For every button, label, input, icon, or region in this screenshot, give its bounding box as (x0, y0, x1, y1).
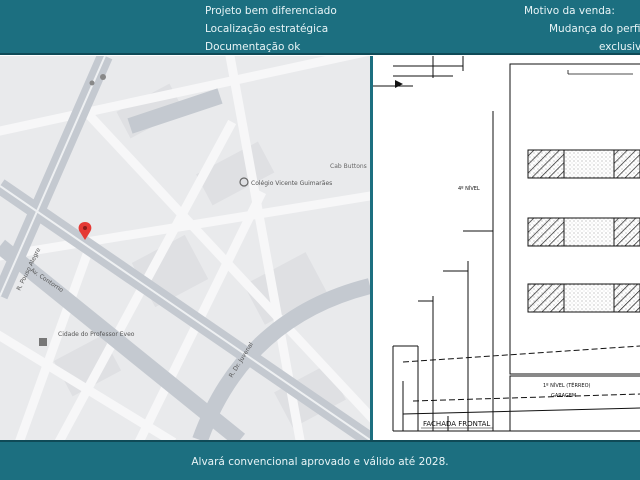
plan-drawing: 4º NÍVEL 1º NÍVEL (TÉRREO) GARAGEM FACHA… (373, 56, 640, 432)
plan-title: FACHADA FRONTAL (423, 420, 490, 428)
map-canvas: R. Pouso Alegre Av. Contorno R. Dr. Juve… (0, 56, 370, 440)
level-marker-icon (395, 80, 403, 88)
place-label: Cab Buttons (330, 163, 367, 170)
feature-item: Localização estratégica (205, 23, 329, 35)
feature-item: Projeto bem diferenciado (205, 5, 337, 17)
poi-dot-icon (89, 80, 95, 86)
floor-plan-panel: 4º NÍVEL 1º NÍVEL (TÉRREO) GARAGEM FACHA… (373, 56, 640, 440)
poi-dot-icon (100, 74, 106, 80)
school-icon (39, 338, 47, 346)
place-label: Colégio Vicente Guimarães (251, 180, 332, 187)
map-panel[interactable]: R. Pouso Alegre Av. Contorno R. Dr. Juve… (0, 56, 370, 440)
plan-label: 1º NÍVEL (TÉRREO) (543, 381, 591, 389)
motivo-text-line1: Mudança do perfil d (549, 23, 640, 35)
footer-bar: Alvará convencional aprovado e válido at… (0, 440, 640, 480)
motivo-label: Motivo da venda: (524, 5, 615, 17)
place-label: Cidade do Professor Eveo (58, 331, 135, 338)
motivo-text-line2: exclusiva (599, 41, 640, 53)
footer-text: Alvará convencional aprovado e válido at… (191, 456, 449, 468)
header-bar: Projeto bem diferenciado Localização est… (0, 0, 640, 55)
feature-item: Documentação ok (205, 41, 301, 53)
plan-label: 4º NÍVEL (458, 185, 480, 192)
plan-label: GARAGEM (551, 393, 576, 399)
